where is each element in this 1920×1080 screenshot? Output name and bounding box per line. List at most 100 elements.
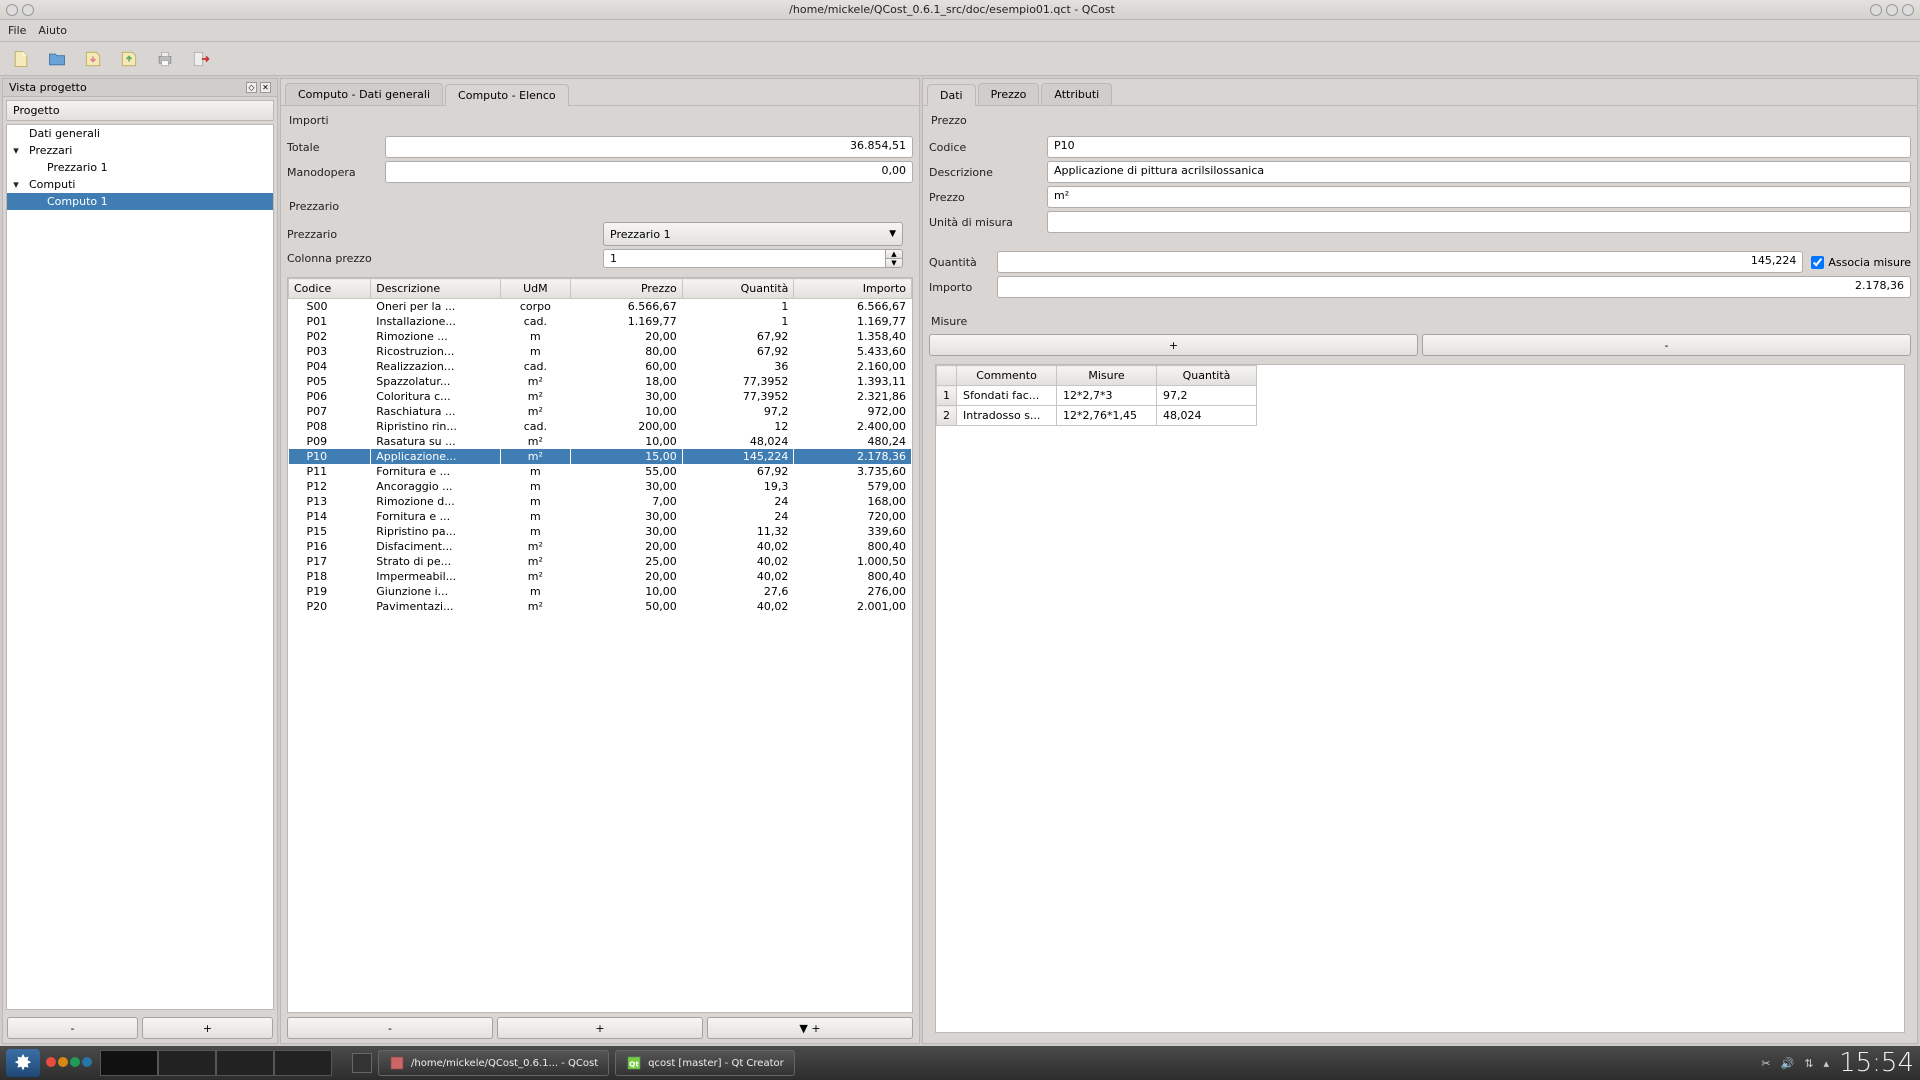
mcol-commento[interactable]: Commento: [957, 366, 1057, 386]
tray-expand-icon[interactable]: ▴: [1824, 1057, 1830, 1070]
save-button[interactable]: [116, 46, 142, 72]
tree-add-button[interactable]: +: [142, 1017, 273, 1039]
table-row[interactable]: P03Ricostruzion...m80,0067,925.433,60: [289, 344, 912, 359]
project-tree[interactable]: Dati generali▾PrezzariPrezzario 1▾Comput…: [6, 124, 274, 1010]
open-file-button[interactable]: [44, 46, 70, 72]
taskbar-task-qcost[interactable]: /home/mickele/QCost_0.6.1... - QCost: [378, 1050, 609, 1076]
tree-node[interactable]: ▾Computi: [7, 176, 273, 193]
maximize-icon[interactable]: [1886, 4, 1898, 16]
new-file-button[interactable]: [8, 46, 34, 72]
measure-row[interactable]: 2Intradosso s...12*2,76*1,4548,024: [937, 406, 1257, 426]
taskbar-task-qtcreator[interactable]: Qt qcost [master] - Qt Creator: [615, 1050, 795, 1076]
table-row[interactable]: P14Fornitura e ...m30,0024720,00: [289, 509, 912, 524]
items-grid[interactable]: Codice Descrizione UdM Prezzo Quantità I…: [287, 277, 913, 1013]
close-icon[interactable]: [1902, 4, 1914, 16]
col-udm[interactable]: UdM: [500, 279, 571, 299]
table-row[interactable]: P07Raschiatura ...m²10,0097,2972,00: [289, 404, 912, 419]
clipboard-icon[interactable]: ✂: [1761, 1057, 1770, 1070]
misure-grid[interactable]: Commento Misure Quantità 1Sfondati fac..…: [935, 364, 1905, 1033]
table-row[interactable]: S00Oneri per la ...corpo6.566,6716.566,6…: [289, 299, 912, 315]
col-codice[interactable]: Codice: [289, 279, 371, 299]
exit-button[interactable]: [188, 46, 214, 72]
window-pin-icon[interactable]: [22, 4, 34, 16]
descrizione-field[interactable]: Applicazione di pittura acrilsilossanica: [1047, 161, 1911, 183]
colonna-label: Colonna prezzo: [287, 252, 387, 265]
col-importo[interactable]: Importo: [794, 279, 912, 299]
prezzo-label: Prezzo: [929, 191, 1039, 204]
codice-field[interactable]: P10: [1047, 136, 1911, 158]
totale-field: 36.854,51: [385, 136, 913, 158]
mcol-misure[interactable]: Misure: [1057, 366, 1157, 386]
show-desktop-button[interactable]: [352, 1053, 372, 1073]
clock[interactable]: 15:54: [1839, 1048, 1914, 1078]
window-controls-right: [1870, 4, 1914, 16]
desktop-pager[interactable]: [100, 1050, 332, 1076]
colonna-spinner[interactable]: 1 ▲▼: [603, 249, 903, 268]
codice-label: Codice: [929, 141, 1039, 154]
table-row[interactable]: P06Coloritura c...m²30,0077,39522.321,86: [289, 389, 912, 404]
colonna-value[interactable]: 1: [603, 249, 885, 268]
udm-field[interactable]: [1047, 211, 1911, 233]
table-row[interactable]: P20Pavimentazi...m²50,0040,022.001,00: [289, 599, 912, 614]
project-panel: Vista progetto ◇ ✕ Progetto Dati general…: [2, 78, 278, 1044]
spin-up-icon[interactable]: ▲: [885, 249, 903, 258]
prezzario-dropdown[interactable]: Prezzario 1 ▼: [603, 222, 903, 246]
menu-file[interactable]: File: [8, 24, 26, 37]
table-row[interactable]: P04Realizzazion...cad.60,00362.160,00: [289, 359, 912, 374]
table-row[interactable]: P17Strato di pe...m²25,0040,021.000,50: [289, 554, 912, 569]
dock-title: Vista progetto: [9, 81, 87, 94]
tab-attributi[interactable]: Attributi: [1041, 83, 1112, 105]
tree-remove-button[interactable]: -: [7, 1017, 138, 1039]
table-row[interactable]: P15Ripristino pa...m30,0011,32339,60: [289, 524, 912, 539]
prezzo-field[interactable]: m²: [1047, 186, 1911, 208]
spin-down-icon[interactable]: ▼: [885, 258, 903, 268]
tab-prezzo[interactable]: Prezzo: [978, 83, 1040, 105]
table-row[interactable]: P08Ripristino rin...cad.200,00122.400,00: [289, 419, 912, 434]
table-row[interactable]: P19Giunzione i...m10,0027,6276,00: [289, 584, 912, 599]
activity-dots[interactable]: [46, 1057, 94, 1070]
tree-node[interactable]: Dati generali: [7, 125, 273, 142]
misure-add-button[interactable]: +: [929, 334, 1418, 356]
window-menu-icon[interactable]: [6, 4, 18, 16]
menu-help[interactable]: Aiuto: [38, 24, 67, 37]
table-row[interactable]: P10Applicazione...m²15,00145,2242.178,36: [289, 449, 912, 464]
col-quantita[interactable]: Quantità: [682, 279, 794, 299]
table-row[interactable]: P09Rasatura su ...m²10,0048,024480,24: [289, 434, 912, 449]
tab-dati[interactable]: Dati: [927, 84, 976, 106]
item-dropdown-add-button[interactable]: ▼ +: [707, 1017, 913, 1039]
table-row[interactable]: P01Installazione...cad.1.169,7711.169,77: [289, 314, 912, 329]
dock-close-icon[interactable]: ✕: [260, 82, 271, 93]
table-row[interactable]: P16Disfaciment...m²20,0040,02800,40: [289, 539, 912, 554]
kde-start-button[interactable]: [6, 1049, 40, 1077]
dock-float-icon[interactable]: ◇: [246, 82, 257, 93]
tab-elenco[interactable]: Computo - Elenco: [445, 84, 569, 106]
item-remove-button[interactable]: -: [287, 1017, 493, 1039]
tree-node[interactable]: Prezzario 1: [7, 159, 273, 176]
table-row[interactable]: P13Rimozione d...m7,0024168,00: [289, 494, 912, 509]
associa-check-input[interactable]: [1811, 256, 1824, 269]
tree-node[interactable]: Computo 1: [7, 193, 273, 210]
network-icon[interactable]: ⇅: [1804, 1057, 1813, 1070]
measure-row[interactable]: 1Sfondati fac...12*2,7*397,2: [937, 386, 1257, 406]
chevron-down-icon: ▼: [889, 229, 896, 239]
tab-dati-generali[interactable]: Computo - Dati generali: [285, 83, 443, 105]
table-row[interactable]: P18Impermeabil...m²20,0040,02800,40: [289, 569, 912, 584]
minimize-icon[interactable]: [1870, 4, 1882, 16]
associa-checkbox[interactable]: Associa misure: [1811, 256, 1911, 269]
misure-remove-button[interactable]: -: [1422, 334, 1911, 356]
quantita-label: Quantità: [929, 256, 989, 269]
col-descrizione[interactable]: Descrizione: [371, 279, 500, 299]
table-row[interactable]: P12Ancoraggio ...m30,0019,3579,00: [289, 479, 912, 494]
prezzario-section-label: Prezzario: [287, 198, 913, 219]
table-row[interactable]: P02Rimozione ...m20,0067,921.358,40: [289, 329, 912, 344]
volume-icon[interactable]: 🔊: [1781, 1057, 1795, 1070]
col-prezzo[interactable]: Prezzo: [571, 279, 683, 299]
totale-label: Totale: [287, 141, 377, 154]
import-button[interactable]: [80, 46, 106, 72]
print-button[interactable]: [152, 46, 178, 72]
table-row[interactable]: P11Fornitura e ...m55,0067,923.735,60: [289, 464, 912, 479]
tree-node[interactable]: ▾Prezzari: [7, 142, 273, 159]
item-add-button[interactable]: +: [497, 1017, 703, 1039]
table-row[interactable]: P05Spazzolatur...m²18,0077,39521.393,11: [289, 374, 912, 389]
mcol-quantita[interactable]: Quantità: [1157, 366, 1257, 386]
